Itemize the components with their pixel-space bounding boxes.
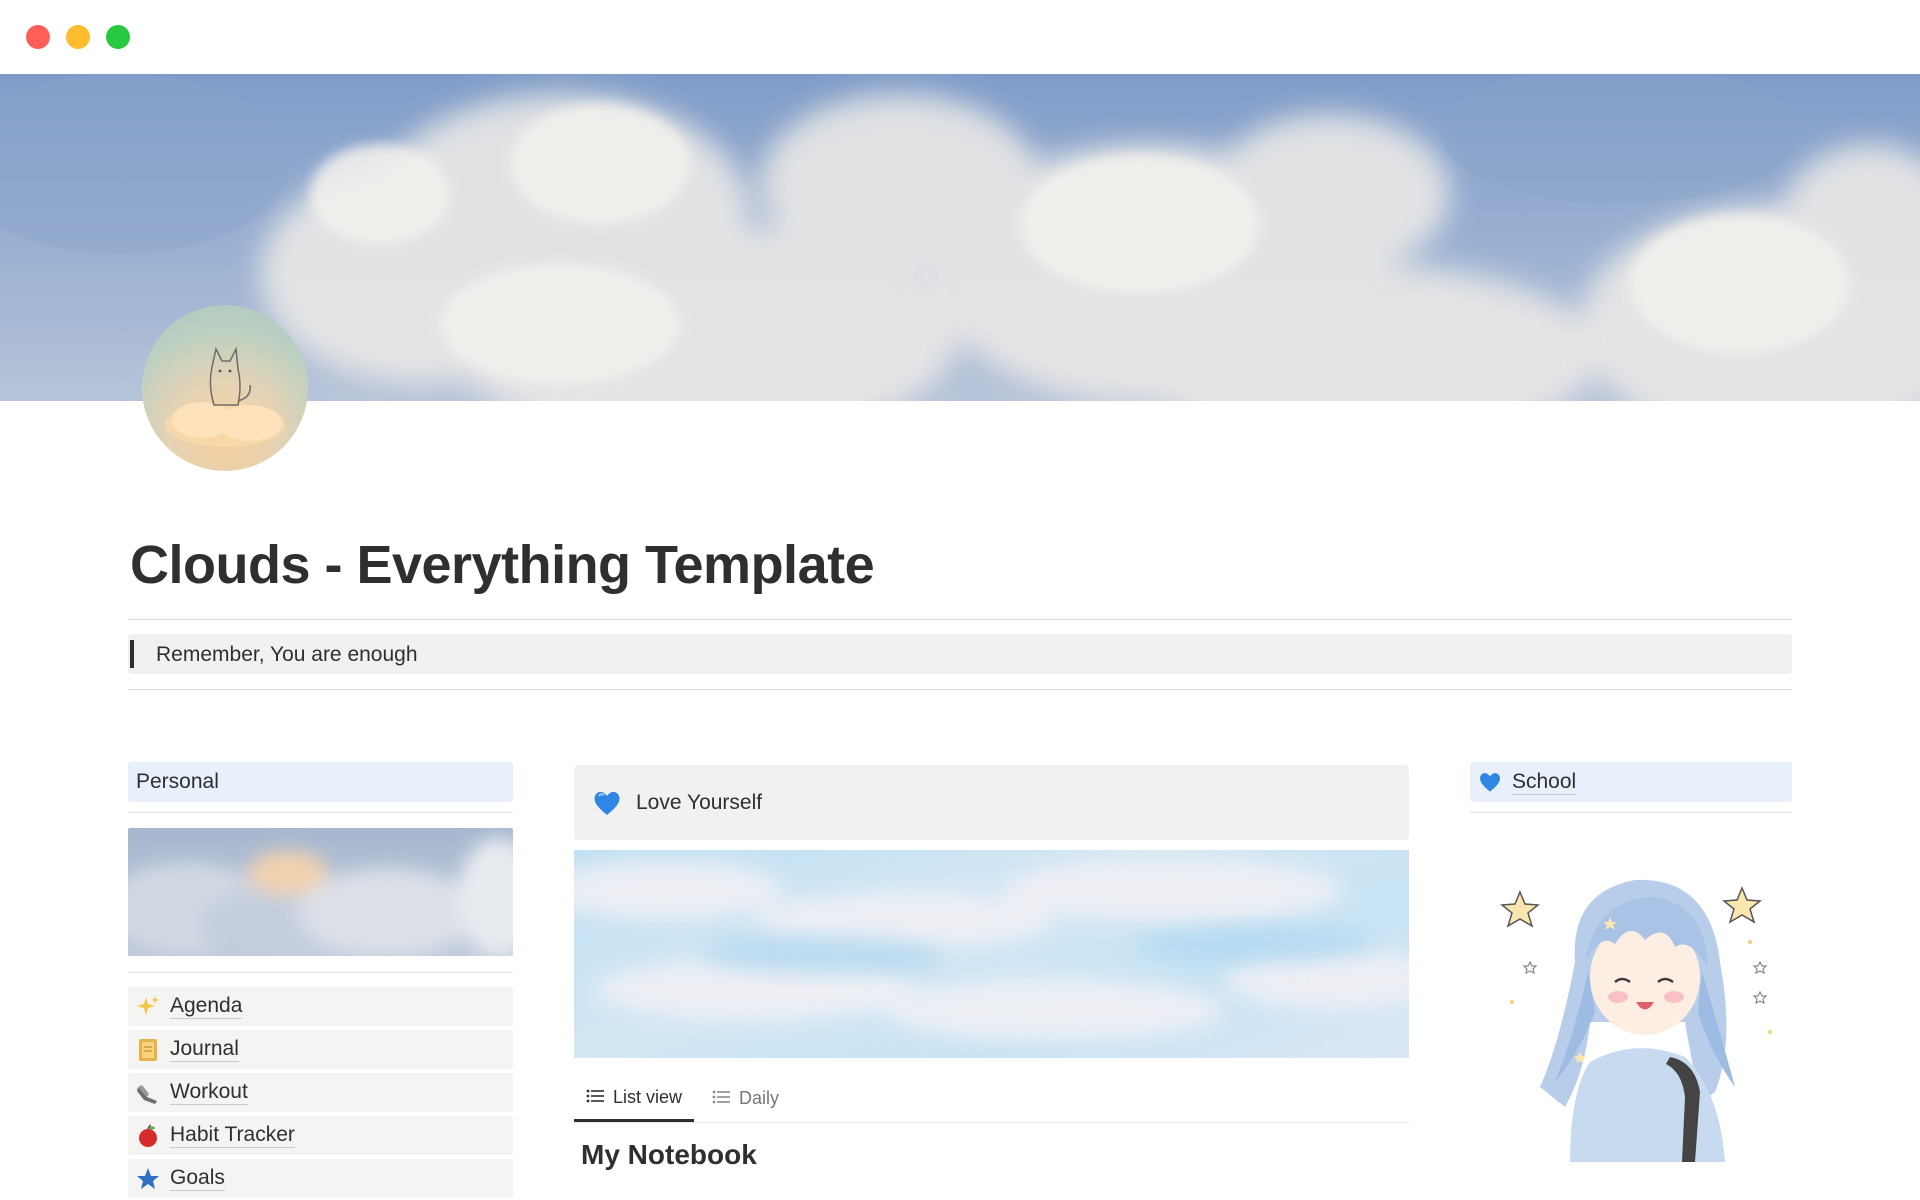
nav-item-label: Workout — [170, 1080, 248, 1105]
sky-banner-image[interactable] — [574, 850, 1409, 1058]
page-icon-cat-on-cloud[interactable] — [142, 305, 308, 471]
main-column: Love Yourself List view Daily My Noteboo… — [574, 765, 1409, 1171]
close-window-button[interactable] — [26, 25, 50, 49]
nav-item-agenda[interactable]: Agenda — [128, 987, 513, 1026]
cloud-image-graphic — [128, 838, 513, 956]
quote-bar — [130, 640, 134, 668]
sky-graphic — [574, 858, 1409, 1042]
nav-item-habit-tracker[interactable]: Habit Tracker — [128, 1116, 513, 1155]
nav-item-label: Goals — [170, 1166, 225, 1191]
personal-column: Personal Agenda Journal Workout Habit Tr… — [128, 762, 513, 1200]
nav-item-label: Habit Tracker — [170, 1123, 295, 1148]
star-icon — [134, 1166, 162, 1192]
nav-item-label: Agenda — [170, 994, 243, 1019]
quote-text: Remember, You are enough — [156, 643, 418, 666]
tab-list-view[interactable]: List view — [574, 1076, 695, 1122]
database-title[interactable]: My Notebook — [581, 1139, 1409, 1171]
anime-girl-illustration[interactable] — [1470, 852, 1792, 1162]
title-bar — [0, 0, 1920, 74]
apple-icon — [134, 1123, 162, 1149]
nav-item-journal[interactable]: Journal — [128, 1030, 513, 1069]
anime-girl-graphic — [1500, 879, 1772, 1162]
tab-label: Daily — [739, 1087, 780, 1108]
blue-heart-icon — [592, 788, 622, 818]
quote-block[interactable]: Remember, You are enough — [128, 634, 1792, 674]
minimize-window-button[interactable] — [66, 25, 90, 49]
divider — [128, 689, 1792, 690]
tab-daily[interactable]: Daily — [700, 1076, 791, 1120]
nav-item-label: Journal — [170, 1037, 239, 1062]
database-view-tabs: List view Daily — [574, 1076, 1409, 1123]
blue-heart-icon — [1478, 770, 1502, 794]
nav-item-goals[interactable]: Goals — [128, 1159, 513, 1198]
school-header-label: School — [1512, 769, 1577, 795]
callout-text: Love Yourself — [636, 790, 763, 814]
notebook-icon — [134, 1037, 162, 1063]
nav-item-workout[interactable]: Workout — [128, 1073, 513, 1112]
divider — [128, 812, 513, 813]
sparkles-icon — [134, 994, 162, 1020]
personal-header: Personal — [128, 762, 513, 802]
tab-label: List view — [613, 1087, 683, 1107]
school-column: School — [1470, 762, 1792, 1162]
maximize-window-button[interactable] — [106, 25, 130, 49]
love-yourself-callout[interactable]: Love Yourself — [574, 765, 1409, 840]
list-icon — [712, 1088, 730, 1109]
sneaker-icon — [134, 1080, 162, 1106]
school-header[interactable]: School — [1470, 762, 1792, 802]
notion-window: Clouds - Everything Template Remember, Y… — [0, 0, 1920, 1200]
divider — [1470, 812, 1792, 813]
cat-cloud-icon — [165, 346, 285, 447]
page-title[interactable]: Clouds - Everything Template — [130, 534, 875, 596]
personal-header-label: Personal — [136, 770, 219, 793]
personal-cloud-image[interactable] — [128, 828, 513, 956]
personal-nav-list: Agenda Journal Workout Habit Tracker Goa… — [128, 987, 513, 1198]
divider — [128, 619, 1792, 620]
list-icon — [586, 1087, 604, 1108]
divider — [128, 972, 513, 973]
